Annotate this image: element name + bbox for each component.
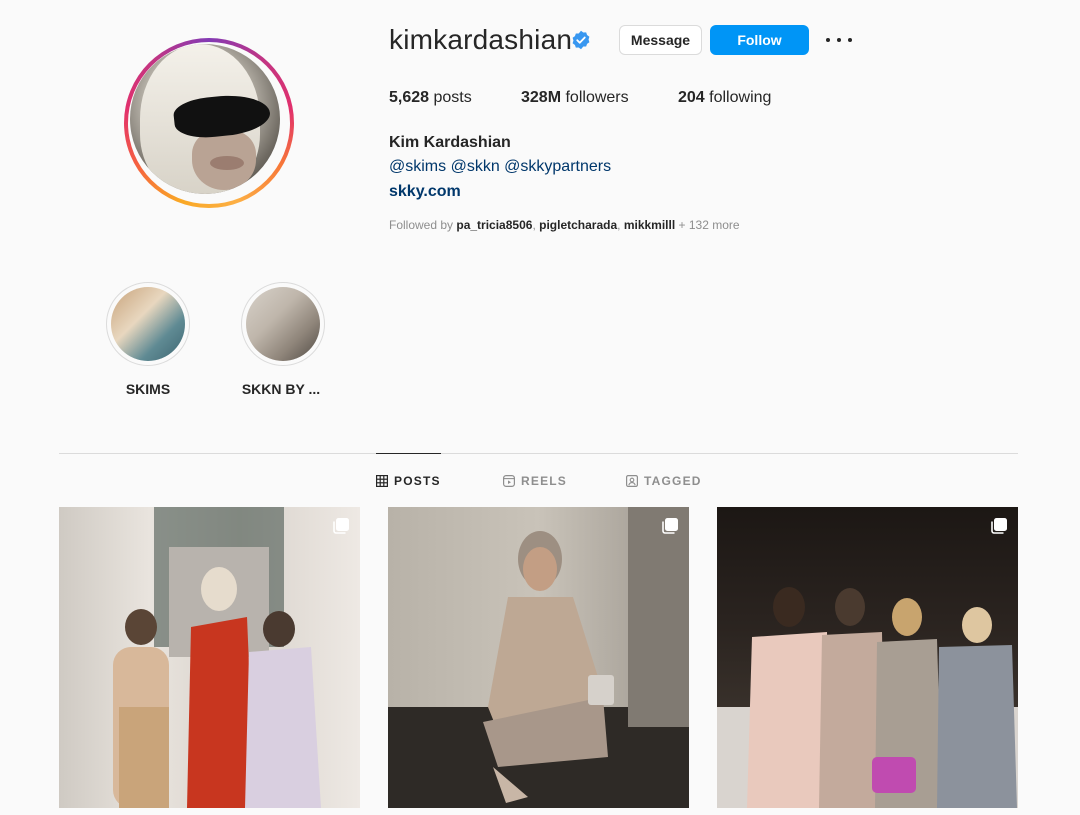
verified-badge-icon <box>572 30 590 50</box>
profile-avatar[interactable] <box>124 38 294 208</box>
tagged-icon <box>626 475 638 487</box>
followed-by-user[interactable]: pa_tricia8506 <box>456 218 532 232</box>
active-tab-indicator <box>376 453 441 454</box>
post-thumbnail[interactable] <box>717 507 1018 808</box>
tab-tagged[interactable]: TAGGED <box>626 473 702 489</box>
followers-label: followers <box>565 89 629 106</box>
post-thumbnail[interactable] <box>59 507 360 808</box>
followed-by-user[interactable]: pigletcharada <box>539 218 617 232</box>
post-image <box>113 507 321 808</box>
website-link[interactable]: skky.com <box>389 183 461 201</box>
followed-by-text[interactable]: Followed by pa_tricia8506, pigletcharada… <box>389 218 740 232</box>
carousel-icon <box>662 518 678 534</box>
followers-stat[interactable]: 328M followers <box>521 89 629 107</box>
highlight-label: SKKN BY ... <box>241 381 321 397</box>
followed-by-more: + 132 more <box>675 218 740 232</box>
posts-count-stat: 5,628 posts <box>389 89 472 107</box>
followed-by-prefix: Followed by <box>389 218 457 232</box>
highlight-item[interactable] <box>106 282 190 366</box>
tab-tagged-label: TAGGED <box>644 474 702 488</box>
highlight-item[interactable] <box>241 282 325 366</box>
following-stat[interactable]: 204 following <box>678 89 771 107</box>
highlight-image <box>246 287 320 361</box>
following-label: following <box>709 89 772 106</box>
posts-count: 5,628 <box>389 89 430 106</box>
section-divider <box>59 453 1018 454</box>
post-thumbnail[interactable] <box>388 507 689 808</box>
highlight-ring <box>106 282 190 366</box>
tab-posts[interactable]: POSTS <box>376 473 441 489</box>
message-button[interactable]: Message <box>619 25 702 55</box>
followers-count: 328M <box>521 89 562 106</box>
avatar-image <box>130 44 280 194</box>
following-count: 204 <box>678 89 705 106</box>
tab-reels-label: REELS <box>521 474 568 488</box>
tab-posts-label: POSTS <box>394 474 441 488</box>
reels-icon <box>503 475 515 487</box>
highlight-ring <box>241 282 325 366</box>
follow-button[interactable]: Follow <box>710 25 809 55</box>
tab-reels[interactable]: REELS <box>503 473 567 489</box>
post-image <box>717 587 1018 808</box>
post-image <box>388 507 689 808</box>
more-options-icon[interactable] <box>826 30 852 50</box>
profile-full-name: Kim Kardashian <box>389 134 511 151</box>
carousel-icon <box>333 518 349 534</box>
carousel-icon <box>991 518 1007 534</box>
profile-username: kimkardashian <box>389 24 573 55</box>
highlight-image <box>111 287 185 361</box>
followed-by-user[interactable]: mikkmilll <box>624 218 675 232</box>
highlight-label: SKIMS <box>125 381 171 397</box>
grid-icon <box>376 475 388 487</box>
posts-label: posts <box>433 89 472 106</box>
bio-mentions-link[interactable]: @skims @skkn @skkypartners <box>389 158 611 176</box>
